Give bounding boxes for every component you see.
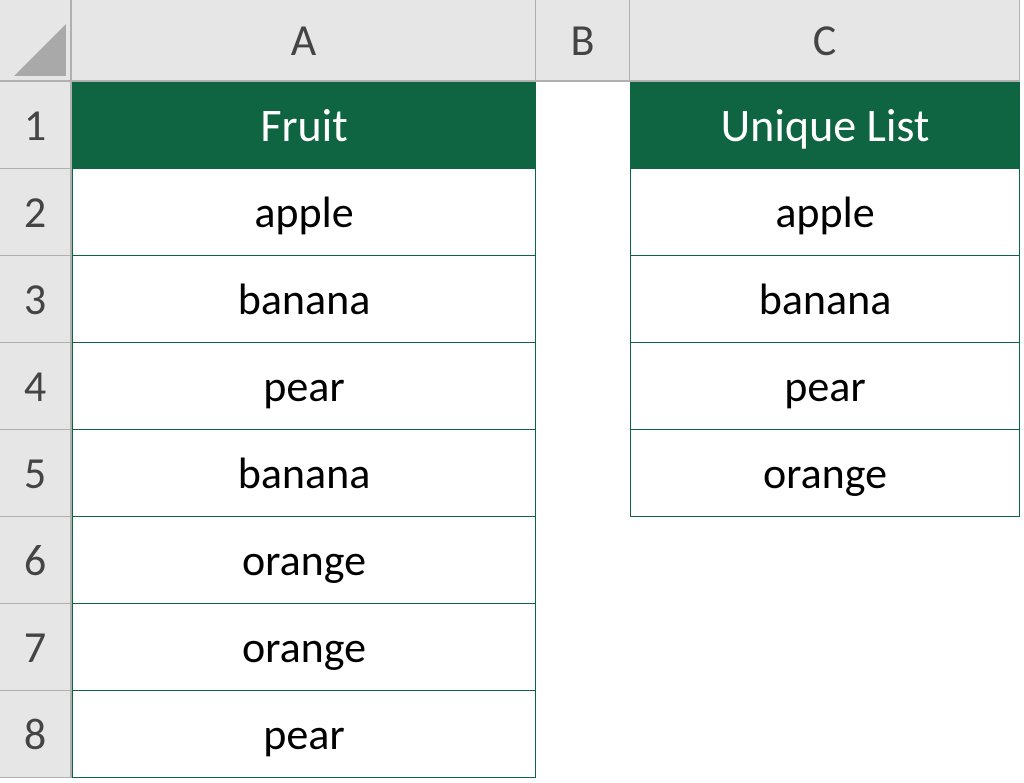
cell-b4[interactable]	[536, 343, 630, 430]
spreadsheet-grid: A B C 1 Fruit Unique List 2 apple apple …	[0, 0, 1024, 778]
row-header-8[interactable]: 8	[0, 691, 72, 778]
cell-a4[interactable]: pear	[72, 343, 536, 430]
column-header-c[interactable]: C	[630, 0, 1020, 82]
cell-a2[interactable]: apple	[72, 169, 536, 256]
cell-a3[interactable]: banana	[72, 256, 536, 343]
column-header-b[interactable]: B	[536, 0, 630, 82]
cell-a6[interactable]: orange	[72, 517, 536, 604]
cell-c7[interactable]	[630, 604, 1020, 691]
cell-c1[interactable]: Unique List	[630, 82, 1020, 169]
row-header-2[interactable]: 2	[0, 169, 72, 256]
cell-c8[interactable]	[630, 691, 1020, 778]
cell-c4[interactable]: pear	[630, 343, 1020, 430]
row-header-5[interactable]: 5	[0, 430, 72, 517]
cell-c2[interactable]: apple	[630, 169, 1020, 256]
row-header-3[interactable]: 3	[0, 256, 72, 343]
cell-b2[interactable]	[536, 169, 630, 256]
select-all-triangle-icon	[14, 24, 66, 76]
cell-b7[interactable]	[536, 604, 630, 691]
cell-a8[interactable]: pear	[72, 691, 536, 778]
cell-c6[interactable]	[630, 517, 1020, 604]
column-header-a[interactable]: A	[72, 0, 536, 82]
cell-a7[interactable]: orange	[72, 604, 536, 691]
cell-b6[interactable]	[536, 517, 630, 604]
cell-c5[interactable]: orange	[630, 430, 1020, 517]
cell-b8[interactable]	[536, 691, 630, 778]
row-header-4[interactable]: 4	[0, 343, 72, 430]
row-header-1[interactable]: 1	[0, 82, 72, 169]
row-header-7[interactable]: 7	[0, 604, 72, 691]
row-header-6[interactable]: 6	[0, 517, 72, 604]
cell-a1[interactable]: Fruit	[72, 82, 536, 169]
cell-b1[interactable]	[536, 82, 630, 169]
select-all-corner[interactable]	[0, 0, 72, 82]
cell-c3[interactable]: banana	[630, 256, 1020, 343]
cell-b3[interactable]	[536, 256, 630, 343]
cell-b5[interactable]	[536, 430, 630, 517]
cell-a5[interactable]: banana	[72, 430, 536, 517]
